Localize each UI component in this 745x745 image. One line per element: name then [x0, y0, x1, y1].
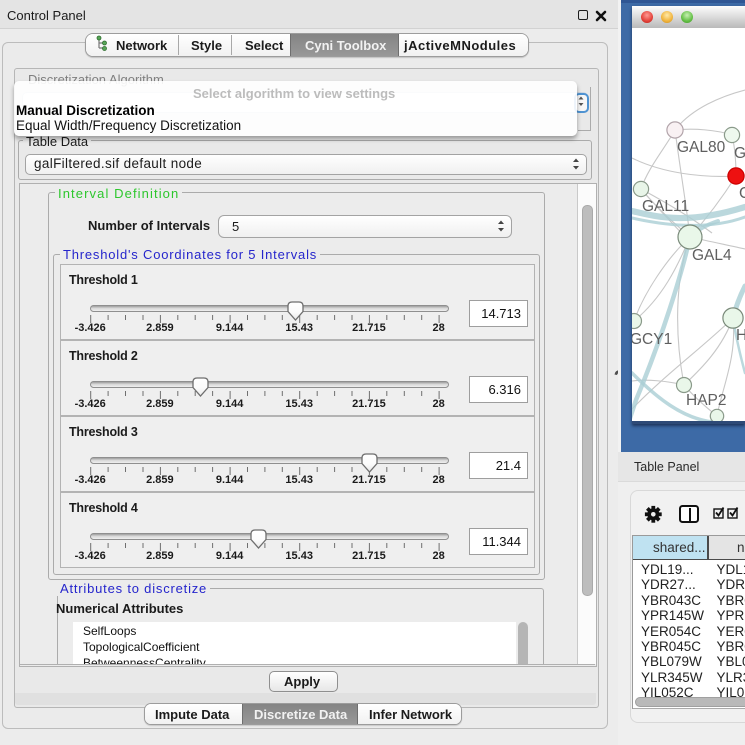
- svg-text:GAL4: GAL4: [692, 247, 732, 264]
- svg-text:H: H: [736, 327, 745, 344]
- svg-text:GAL80: GAL80: [677, 139, 726, 156]
- svg-text:C: C: [739, 185, 745, 202]
- svg-text:G.: G.: [734, 145, 745, 162]
- svg-text:HAP2: HAP2: [686, 392, 727, 409]
- svg-text:GCY1: GCY1: [632, 331, 672, 348]
- svg-text:GAL11: GAL11: [642, 198, 689, 215]
